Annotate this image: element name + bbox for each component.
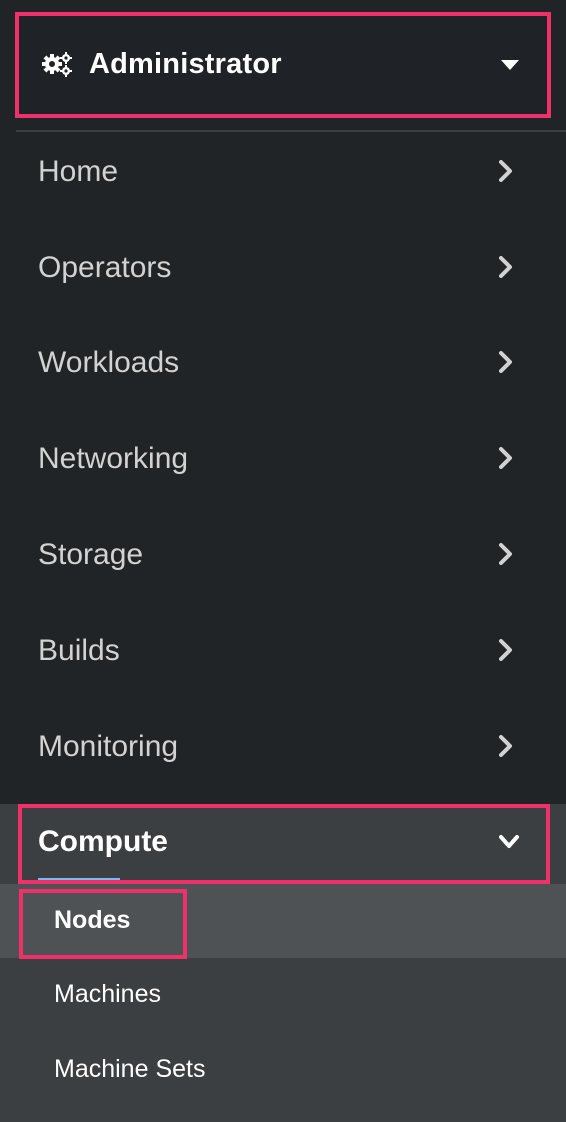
nav-item-label: Builds xyxy=(38,634,120,667)
nav-item-operators[interactable]: Operators xyxy=(0,220,566,316)
nav-subitem-machine-sets[interactable]: Machine Sets xyxy=(54,1052,205,1086)
nav-item-label: Monitoring xyxy=(38,730,179,763)
chevron-right-icon xyxy=(499,543,512,565)
nav-item-storage[interactable]: Storage xyxy=(0,507,566,603)
nav-subitem-machines[interactable]: Machines xyxy=(54,977,161,1011)
cogs-icon xyxy=(42,52,72,77)
caret-down-icon xyxy=(501,60,519,70)
nav-subitem-nodes[interactable]: Nodes xyxy=(54,903,130,937)
chevron-right-icon xyxy=(499,447,512,469)
chevron-down-icon xyxy=(499,835,519,848)
perspective-title: Administrator xyxy=(89,48,282,80)
nav-item-label: Workloads xyxy=(38,346,180,379)
chevron-right-icon xyxy=(499,639,512,661)
nav-item-builds[interactable]: Builds xyxy=(0,603,566,699)
nav-item-networking[interactable]: Networking xyxy=(0,411,566,507)
nav-item-label: Compute xyxy=(38,825,168,858)
chevron-right-icon xyxy=(499,160,512,182)
nav-item-label: Networking xyxy=(38,442,189,475)
perspective-toggle-button[interactable]: Administrator xyxy=(15,12,551,118)
perspective-switcher: Administrator xyxy=(0,0,566,124)
chevron-right-icon xyxy=(499,351,512,373)
active-underline xyxy=(38,878,120,880)
compute-section: Compute Nodes Machines Machine Sets xyxy=(0,804,566,1122)
nav-item-compute[interactable]: Compute xyxy=(18,804,550,884)
nav-item-label: Operators xyxy=(38,251,172,284)
nav-item-monitoring[interactable]: Monitoring xyxy=(0,699,566,795)
chevron-right-icon xyxy=(499,735,512,757)
sidebar-nav: Administrator Home Operators Workloads N… xyxy=(0,0,566,1122)
nav-item-home[interactable]: Home xyxy=(0,124,566,220)
nav-item-label: Storage xyxy=(38,538,144,571)
chevron-right-icon xyxy=(499,256,512,278)
nav-item-workloads[interactable]: Workloads xyxy=(0,315,566,411)
nav-item-label: Home xyxy=(38,155,119,188)
